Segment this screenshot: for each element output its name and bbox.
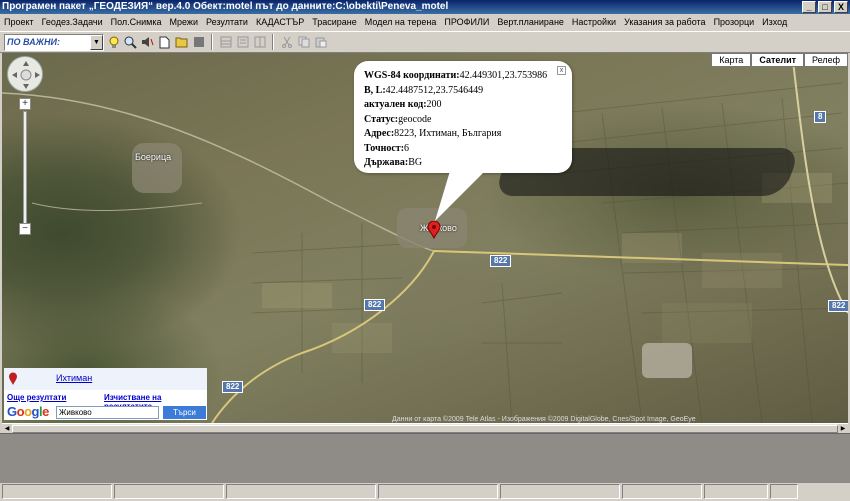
zoom-in-button[interactable]: +	[19, 98, 31, 110]
maximize-button[interactable]: □	[818, 1, 832, 13]
paste-icon[interactable]	[313, 34, 328, 50]
menu-item-geodetic-tasks[interactable]: Геодез.Задачи	[38, 14, 107, 31]
window-title: Програмен пакет „ГЕОДЕЗИЯ“ вер.4.0 Обект…	[2, 1, 449, 12]
toolbar-separator	[272, 34, 274, 50]
pan-hand-icon	[12, 61, 40, 89]
map-type-terrain-button[interactable]: Релеф	[804, 53, 848, 67]
info-row-wgs84: WGS-84 координати:42.449301,23.753986	[364, 70, 548, 81]
status-cell	[114, 484, 224, 499]
combo-dropdown-arrow-icon[interactable]: ▼	[90, 34, 103, 50]
status-cell	[2, 484, 112, 499]
search-result-link[interactable]: Ихтиман	[56, 373, 92, 383]
combo-value: ПО ВАЖНИ:	[7, 36, 60, 47]
toolbar: ПО ВАЖНИ: ▼	[0, 31, 850, 53]
minimize-button[interactable]: _	[802, 1, 816, 13]
map-type-buttons: Карта Сателит Релеф	[711, 53, 848, 67]
open-folder-icon[interactable]	[174, 34, 189, 50]
town-label-boeritsa: Боерица	[135, 152, 172, 162]
menu-bar: Проект Геодез.Задачи Пол.Снимка Мрежи Ре…	[0, 14, 850, 31]
map-copyright: Данни от карта ©2009 Tele Atlas - Изобра…	[392, 416, 696, 423]
search-result-row[interactable]: Ихтиман	[4, 368, 207, 390]
menu-item-terrain-model[interactable]: Модел на терена	[361, 14, 441, 31]
menu-item-help[interactable]: Указания за работа	[620, 14, 710, 31]
workspace-background	[0, 433, 850, 483]
road-shield: 822	[364, 299, 386, 311]
zoom-slider[interactable]	[23, 111, 27, 225]
search-button[interactable]: Търси	[163, 406, 206, 419]
info-row-address: Адрес:8223, Ихтиман, България	[364, 128, 502, 139]
info-window: x WGS-84 координати:42.449301,23.753986 …	[354, 61, 572, 173]
road-shield: 822	[490, 255, 512, 267]
menu-item-results[interactable]: Резултати	[202, 14, 252, 31]
map-marker-icon[interactable]	[427, 221, 441, 239]
road-shield: 8	[814, 111, 827, 123]
road	[211, 250, 435, 423]
info-row-status: Статус:geocode	[364, 113, 432, 125]
pan-control[interactable]	[7, 56, 43, 92]
status-cell	[500, 484, 620, 499]
menu-item-settings[interactable]: Настройки	[568, 14, 620, 31]
road-shield: 822	[222, 381, 244, 393]
info-row-country: Държава:BG	[364, 157, 423, 168]
menu-item-staking[interactable]: Трасиране	[308, 14, 361, 31]
menu-item-windows[interactable]: Прозорци	[710, 14, 759, 31]
list-icon[interactable]	[235, 34, 250, 50]
status-cell	[378, 484, 498, 499]
menu-item-profiles[interactable]: ПРОФИЛИ	[440, 14, 493, 31]
lightbulb-icon[interactable]	[106, 34, 121, 50]
search-input[interactable]: Живково	[56, 406, 159, 419]
stop-icon[interactable]	[191, 34, 206, 50]
copy-icon[interactable]	[296, 34, 311, 50]
info-row-code: актуален код:200	[364, 99, 442, 110]
status-cell	[226, 484, 376, 499]
grid-icon[interactable]	[218, 34, 233, 50]
status-bar	[0, 483, 850, 501]
more-results-link[interactable]: Още резултати	[7, 393, 66, 402]
local-search-panel: Ихтиман Още резултати Изчистване на резу…	[4, 368, 207, 420]
speaker-icon[interactable]	[140, 34, 155, 50]
info-row-accuracy: Точност:6	[364, 142, 410, 154]
menu-item-project[interactable]: Проект	[0, 14, 38, 31]
horizontal-scrollbar[interactable]: ◀ ▶	[2, 423, 848, 434]
zoom-out-button[interactable]: −	[19, 223, 31, 235]
status-cell	[704, 484, 768, 499]
status-cell	[622, 484, 702, 499]
road	[31, 202, 203, 211]
result-pin-icon	[9, 372, 17, 385]
road-shield: 822	[828, 300, 848, 312]
google-logo: Google	[7, 404, 49, 419]
info-window-pointer	[435, 171, 485, 221]
cut-icon[interactable]	[279, 34, 294, 50]
menu-item-vertical-planning[interactable]: Верт.планиране	[493, 14, 568, 31]
window-title-bar[interactable]: Програмен пакет „ГЕОДЕЗИЯ“ вер.4.0 Обект…	[0, 0, 850, 14]
info-row-bl: B, L:42.4487512,23.7546449	[364, 84, 484, 96]
table-icon[interactable]	[252, 34, 267, 50]
satellite-map[interactable]: Карта Сателит Релеф + − Боерица Живково …	[2, 53, 848, 423]
menu-item-field-survey[interactable]: Пол.Снимка	[107, 14, 166, 31]
close-button[interactable]: X	[834, 1, 848, 13]
menu-item-exit[interactable]: Изход	[758, 14, 791, 31]
new-document-icon[interactable]	[157, 34, 172, 50]
status-cell	[770, 484, 798, 499]
menu-item-cadastre[interactable]: КАДАСТЪР	[252, 14, 308, 31]
map-type-map-button[interactable]: Карта	[711, 53, 752, 67]
info-window-close-icon[interactable]: x	[557, 66, 566, 75]
menu-item-networks[interactable]: Мрежи	[166, 14, 202, 31]
scrollbar-thumb[interactable]	[12, 425, 838, 433]
map-type-satellite-button[interactable]: Сателит	[751, 53, 805, 67]
zoom-search-icon[interactable]	[123, 34, 138, 50]
important-combo[interactable]: ПО ВАЖНИ: ▼	[4, 33, 104, 51]
toolbar-separator	[211, 34, 213, 50]
